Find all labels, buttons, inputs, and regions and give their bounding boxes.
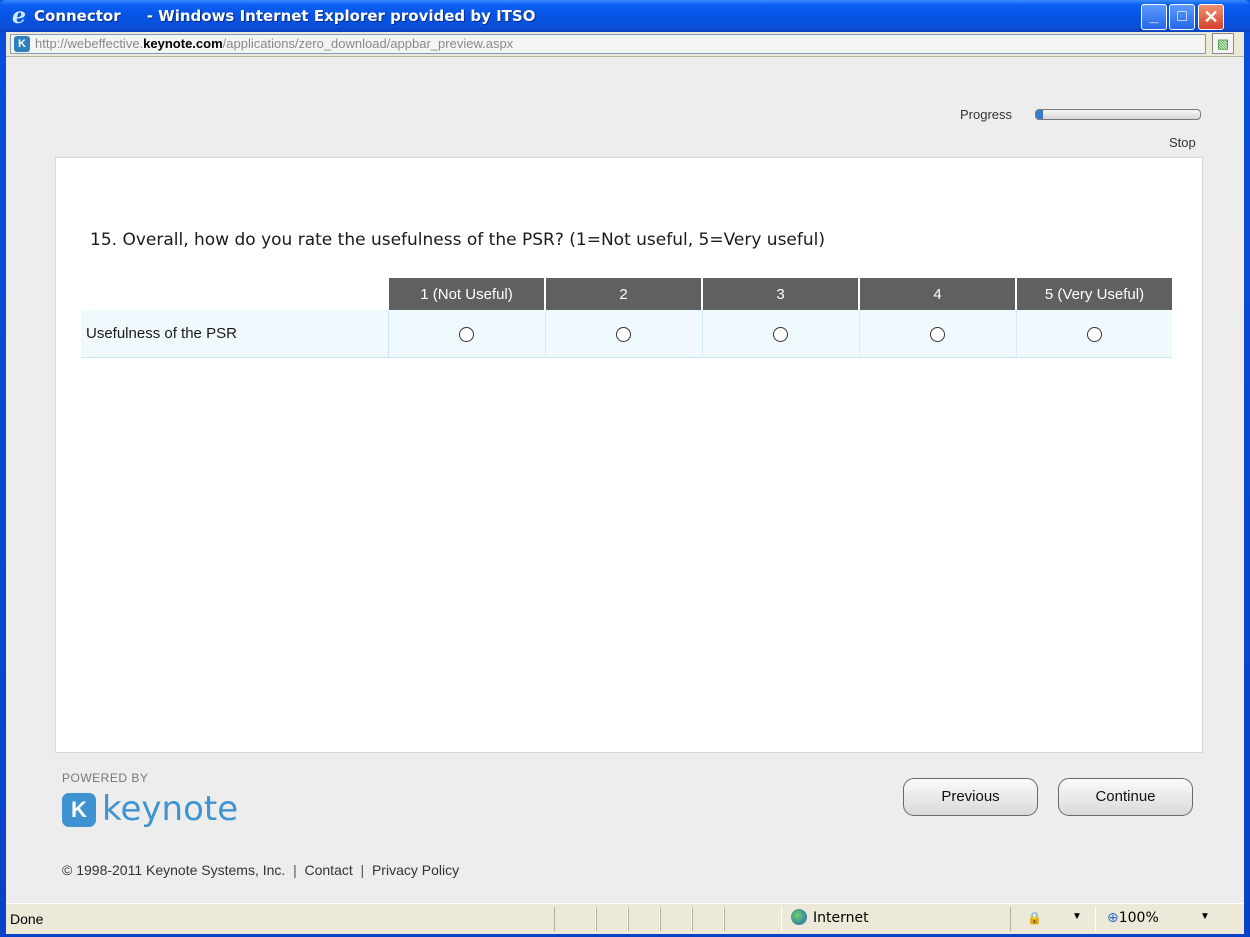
column-header-4: 4	[859, 278, 1017, 310]
rating-radio-1[interactable]	[459, 326, 474, 342]
chevron-down-icon[interactable]: ▼	[1072, 911, 1082, 922]
status-segment	[628, 907, 660, 931]
status-segment	[692, 907, 724, 931]
page-content: Progress Stop 15. Overall, how do you ra…	[6, 57, 1244, 903]
column-header-2: 2	[545, 278, 703, 310]
table-row: Usefulness of the PSR	[81, 310, 1172, 358]
status-segment	[660, 907, 692, 931]
footer-separator: |	[360, 862, 365, 878]
progress-bar	[1035, 109, 1201, 120]
contact-link[interactable]: Contact	[305, 862, 353, 878]
rating-radio-5[interactable]	[1086, 326, 1102, 342]
zoom-icon: ⊕	[1107, 910, 1119, 926]
status-text: Done	[10, 911, 44, 927]
rating-cell-5	[1016, 310, 1172, 358]
copyright-text: © 1998-2011 Keynote Systems, Inc.	[62, 862, 286, 878]
browser-window: e Connector - Windows Internet Explorer …	[0, 0, 1250, 937]
url-prefix: http://webeffective.	[35, 36, 144, 51]
privacy-policy-link[interactable]: Privacy Policy	[372, 862, 459, 878]
close-button[interactable]: ✕	[1198, 4, 1224, 30]
previous-button[interactable]: Previous	[903, 778, 1038, 816]
stop-link[interactable]: Stop	[1169, 135, 1196, 150]
footer: © 1998-2011 Keynote Systems, Inc. | Cont…	[62, 862, 459, 878]
title-bar[interactable]: e Connector - Windows Internet Explorer …	[0, 0, 1250, 32]
status-segment	[596, 907, 628, 931]
internet-explorer-icon: e	[12, 3, 26, 29]
powered-by-label: POWERED BY	[62, 771, 149, 785]
security-zone[interactable]: Internet	[791, 909, 869, 926]
grid-header-blank	[81, 278, 389, 310]
row-label: Usefulness of the PSR	[81, 310, 389, 358]
column-header-3: 3	[702, 278, 860, 310]
status-segment	[1010, 907, 1096, 931]
status-segment	[724, 907, 782, 931]
rating-cell-2	[545, 310, 703, 358]
protected-mode-icon[interactable]: 🔒	[1027, 911, 1042, 925]
zoom-control[interactable]: ⊕100%	[1107, 910, 1159, 926]
rating-radio-3[interactable]	[773, 326, 788, 342]
question-text: 15. Overall, how do you rate the usefuln…	[90, 230, 826, 250]
rating-grid: 1 (Not Useful) 2 3 4 5 (Very Useful) Use…	[81, 278, 1172, 358]
rating-cell-3	[702, 310, 860, 358]
progress-fill	[1036, 110, 1043, 119]
maximize-button[interactable]: □	[1169, 4, 1195, 30]
status-bar: Done Internet 🔒 ▼ ⊕100% ▼	[6, 903, 1244, 934]
keynote-logo-text: keynote	[102, 789, 239, 829]
column-header-5: 5 (Very Useful)	[1016, 278, 1172, 310]
window-title: Connector - Windows Internet Explorer pr…	[34, 7, 536, 25]
status-segment	[554, 907, 596, 931]
zoom-level: 100%	[1118, 910, 1159, 926]
url-text: http://webeffective.keynote.com/applicat…	[35, 35, 513, 53]
chevron-down-icon[interactable]: ▼	[1200, 911, 1210, 922]
progress-label: Progress	[960, 107, 1013, 122]
footer-separator: |	[293, 862, 297, 878]
rating-cell-4	[859, 310, 1017, 358]
keynote-logo-icon: K	[62, 793, 96, 827]
survey-panel: 15. Overall, how do you rate the usefuln…	[55, 157, 1203, 753]
url-suffix: /applications/zero_download/appbar_previ…	[222, 36, 514, 51]
globe-icon	[791, 909, 807, 925]
rating-radio-2[interactable]	[616, 326, 631, 342]
minimize-button[interactable]: _	[1141, 4, 1167, 30]
site-favicon-icon: K	[14, 36, 30, 52]
grid-header-row: 1 (Not Useful) 2 3 4 5 (Very Useful)	[81, 278, 1172, 310]
compatibility-view-icon[interactable]: ▧	[1212, 33, 1234, 54]
address-field[interactable]: K http://webeffective.keynote.com/applic…	[10, 34, 1206, 54]
rating-radio-4[interactable]	[930, 326, 945, 342]
address-bar: K http://webeffective.keynote.com/applic…	[6, 32, 1244, 57]
continue-button[interactable]: Continue	[1058, 778, 1193, 816]
column-header-1: 1 (Not Useful)	[388, 278, 546, 310]
zone-label: Internet	[813, 910, 869, 926]
rating-cell-1	[388, 310, 546, 358]
url-domain: keynote.com	[143, 36, 223, 51]
